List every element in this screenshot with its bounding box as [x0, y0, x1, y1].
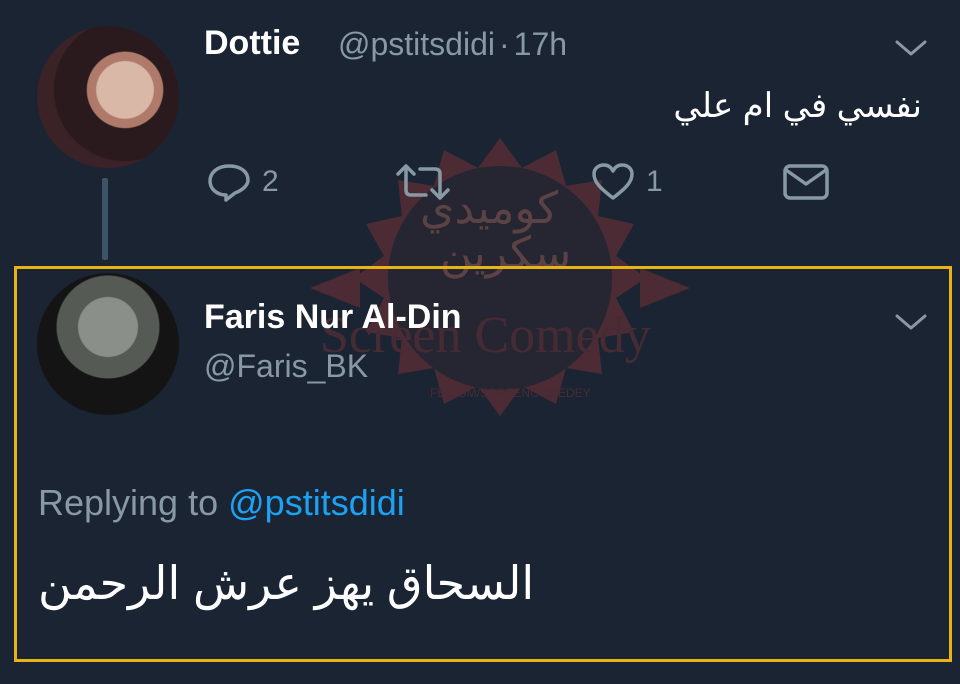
tweet-time[interactable]: 17h [514, 26, 567, 62]
thread-line [102, 178, 108, 260]
message-icon [783, 164, 829, 200]
avatar-dottie[interactable] [37, 26, 179, 168]
tweet-author-handle[interactable]: @pstitsdidi · 17h [338, 26, 567, 63]
message-button[interactable] [782, 162, 830, 202]
retweet-button[interactable] [394, 162, 462, 202]
avatar-faris[interactable] [37, 273, 179, 415]
like-count: 1 [646, 165, 663, 198]
replying-mention[interactable]: @pstitsdidi [228, 482, 405, 523]
reply-icon [208, 164, 250, 202]
reply-author-handle[interactable]: @Faris_BK [204, 348, 368, 385]
reply-button[interactable]: 2 [206, 162, 279, 202]
reply-count: 2 [262, 165, 279, 198]
tweet-author-name[interactable]: Dottie [204, 24, 300, 63]
like-icon [592, 163, 634, 200]
chevron-down-icon[interactable] [893, 310, 929, 334]
reply-author-name[interactable]: Faris Nur Al-Din [204, 298, 462, 337]
like-button[interactable]: 1 [590, 162, 663, 202]
tweet-separator: · [498, 26, 510, 62]
retweet-icon [396, 164, 450, 200]
reply-text: السحاق يهز عرش الرحمن [38, 557, 535, 609]
chevron-down-icon[interactable] [893, 36, 929, 60]
tweet-text: نفسي في ام علي [673, 87, 922, 125]
tweet-handle-text: @pstitsdidi [338, 26, 495, 62]
replying-prefix: Replying to [38, 482, 219, 523]
replying-to: Replying to @pstitsdidi [38, 482, 405, 524]
